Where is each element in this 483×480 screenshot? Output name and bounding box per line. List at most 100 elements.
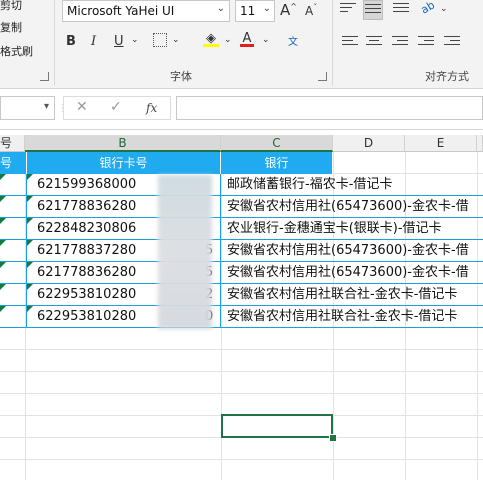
error-indicator-icon	[0, 196, 6, 202]
column-header-f[interactable]	[477, 135, 483, 152]
column-header-a[interactable]: 号	[0, 135, 25, 152]
active-cell-selection[interactable]	[221, 414, 333, 438]
cut-button[interactable]: 剪切	[0, 0, 22, 13]
chevron-down-icon: ⌄	[440, 4, 448, 14]
orientation-dropdown[interactable]: ⌄	[440, 4, 448, 14]
fill-color-button[interactable]: ◈	[203, 31, 219, 47]
cell-a[interactable]	[0, 284, 27, 306]
column-header-b[interactable]: B	[25, 135, 221, 152]
card-number: 621599368000	[37, 177, 137, 192]
font-color-button[interactable]: A	[240, 31, 254, 47]
fill-color-dropdown[interactable]: ⌄	[224, 35, 232, 45]
bank-cell[interactable]: 安徽省农村信用社联合社-金农卡-借记卡	[221, 306, 483, 328]
bank-cell[interactable]: 安徽省农村信用社联合社-金农卡-借记卡	[221, 284, 483, 306]
align-middle-button[interactable]	[363, 0, 383, 20]
orientation-icon: ab	[418, 0, 438, 17]
clipboard-launcher-icon[interactable]	[40, 72, 49, 81]
cancel-icon[interactable]: ✕	[76, 99, 88, 115]
redaction-blur	[158, 175, 212, 329]
bank-name: 农业银行-金穗通宝卡(银联卡)-借记卡	[227, 221, 442, 236]
column-header-d[interactable]: D	[333, 135, 405, 152]
chevron-down-icon: ⌄	[262, 35, 270, 45]
align-left-button[interactable]	[342, 36, 360, 50]
table-row: 621778836280 安徽省农村信用社(65473600)-金农卡-借	[0, 196, 483, 218]
chevron-down-icon: ⌄	[216, 3, 225, 14]
font-size-select[interactable]: 11 ⌄	[235, 0, 275, 22]
format-painter-label: 格式刷	[0, 45, 33, 58]
bank-name: 安徽省农村信用社(65473600)-金农卡-借	[227, 199, 469, 214]
borders-button[interactable]	[153, 33, 167, 47]
ribbon: 剪切 复制 格式刷 Microsoft YaHei UI ⌄ 11 ⌄ A^ A…	[0, 0, 483, 89]
cell-a[interactable]	[0, 196, 27, 218]
align-center-button[interactable]	[366, 36, 384, 50]
grow-font-button[interactable]: A^	[280, 1, 297, 19]
phonetic-button[interactable]: 文	[288, 33, 298, 48]
card-number: 621778837280	[37, 243, 137, 258]
formula-bar: ▾ ⋮ ✕ ✓ fx	[0, 89, 483, 130]
card-number: 622953810280	[37, 309, 137, 324]
orientation-button[interactable]: ab	[419, 0, 437, 17]
bank-cell[interactable]: 邮政储蓄银行-福农卡-借记卡	[221, 174, 483, 196]
copy-button[interactable]: 复制	[0, 19, 22, 35]
error-indicator-icon	[0, 218, 6, 224]
font-family-select[interactable]: Microsoft YaHei UI ⌄	[62, 0, 230, 22]
decrease-indent-button[interactable]	[418, 36, 436, 50]
increase-indent-button[interactable]	[444, 36, 462, 50]
table-row: 621599368000 邮政储蓄银行-福农卡-借记卡	[0, 174, 483, 196]
cell-a[interactable]	[0, 306, 27, 328]
grow-font-icon: A	[280, 1, 291, 19]
bank-cell[interactable]: 农业银行-金穗通宝卡(银联卡)-借记卡	[221, 218, 483, 240]
header-cell-a[interactable]: 号	[0, 152, 27, 174]
cell-a[interactable]	[0, 262, 27, 284]
enter-icon[interactable]: ✓	[110, 99, 122, 115]
header-cell-bank[interactable]: 银行	[221, 152, 333, 174]
error-indicator-icon	[0, 262, 6, 268]
borders-dropdown[interactable]: ⌄	[172, 35, 180, 45]
shrink-font-button[interactable]: Aˇ	[305, 3, 317, 18]
table-row: 6217788362805 安徽省农村信用社(65473600)-金农卡-借	[0, 262, 483, 284]
align-bottom-button[interactable]	[393, 3, 411, 17]
cut-label: 剪切	[0, 0, 22, 12]
underline-dropdown[interactable]: ⌄	[131, 35, 139, 45]
column-header-c[interactable]: C	[221, 135, 333, 152]
error-indicator-icon	[27, 262, 33, 268]
error-indicator-icon	[27, 284, 33, 290]
alignment-group-label: 对齐方式	[425, 70, 469, 83]
formula-buttons: ✕ ✓ fx	[63, 96, 171, 120]
insert-function-icon[interactable]: fx	[146, 101, 157, 115]
format-painter-button[interactable]: 格式刷	[0, 43, 33, 59]
underline-button[interactable]: U	[114, 34, 124, 49]
fill-handle[interactable]	[329, 434, 337, 442]
font-color-dropdown[interactable]: ⌄	[262, 35, 270, 45]
bank-cell[interactable]: 安徽省农村信用社(65473600)-金农卡-借	[221, 240, 483, 262]
table-row: 622848230806 农业银行-金穗通宝卡(银联卡)-借记卡	[0, 218, 483, 240]
error-indicator-icon	[27, 196, 33, 202]
cell-a[interactable]	[0, 240, 27, 262]
shrink-font-icon: A	[305, 4, 314, 18]
align-right-button[interactable]	[392, 36, 410, 50]
card-number: 622953810280	[37, 287, 137, 302]
header-cell-card[interactable]: 银行卡号	[27, 152, 221, 174]
table-row: 6217788372805 安徽省农村信用社(65473600)-金农卡-借	[0, 240, 483, 262]
name-box[interactable]: ▾	[0, 96, 55, 120]
bank-cell[interactable]: 安徽省农村信用社(65473600)-金农卡-借	[221, 262, 483, 284]
column-header-e[interactable]: E	[405, 135, 477, 152]
formula-input[interactable]	[176, 96, 483, 120]
align-top-button[interactable]	[340, 3, 358, 17]
cell-a[interactable]	[0, 218, 27, 240]
table-row: 6229538102802 安徽省农村信用社联合社-金农卡-借记卡	[0, 284, 483, 306]
card-number: 622848230806	[37, 221, 137, 236]
font-color-icon: A	[242, 31, 252, 46]
error-indicator-icon	[27, 218, 33, 224]
bold-button[interactable]: B	[66, 34, 76, 49]
cell-a[interactable]	[0, 174, 27, 196]
font-family-value: Microsoft YaHei UI	[67, 4, 175, 18]
chevron-down-icon: ⌄	[262, 3, 271, 14]
bank-cell[interactable]: 安徽省农村信用社(65473600)-金农卡-借	[221, 196, 483, 218]
italic-button[interactable]: I	[91, 34, 96, 49]
chevron-down-icon: ⌄	[131, 35, 139, 45]
bank-name: 安徽省农村信用社(65473600)-金农卡-借	[227, 243, 469, 258]
font-size-value: 11	[240, 4, 256, 18]
font-launcher-icon[interactable]	[318, 72, 327, 81]
chevron-down-icon: ⌄	[224, 35, 232, 45]
